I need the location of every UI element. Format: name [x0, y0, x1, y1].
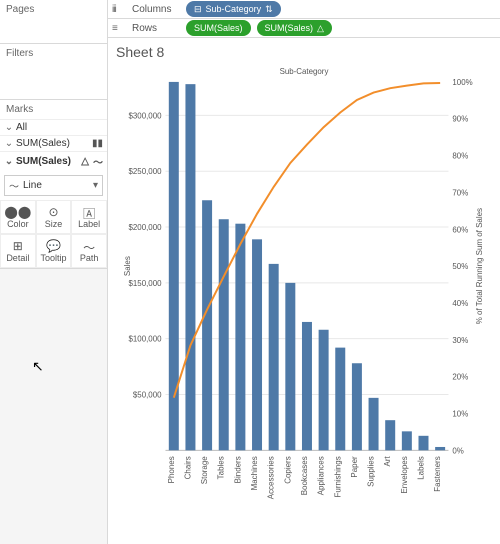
svg-text:$50,000: $50,000 — [133, 391, 162, 400]
caret-down-icon: ⌄ — [4, 156, 14, 167]
svg-text:Chairs: Chairs — [183, 456, 192, 479]
mark-type-dropdown[interactable]: 〜 Line ▾ — [4, 175, 103, 196]
sort-desc-icon: ⇅ — [265, 4, 273, 15]
bar — [385, 420, 395, 450]
caret-down-icon: ⌄ — [4, 122, 14, 133]
bar — [219, 219, 229, 450]
path-icon: 〜 — [83, 239, 95, 253]
filters-panel-header: Filters — [0, 44, 107, 63]
marks-sum2-row[interactable]: ⌄ SUM(Sales) △ 〜 — [0, 151, 107, 171]
caret-down-icon: ▾ — [93, 180, 98, 191]
svg-text:Fasteners: Fasteners — [433, 456, 442, 491]
svg-text:Appliances: Appliances — [317, 456, 326, 495]
svg-text:Furnishings: Furnishings — [333, 456, 342, 497]
svg-text:Phones: Phones — [167, 456, 176, 483]
columns-label: Columns — [132, 4, 180, 15]
svg-text:60%: 60% — [452, 225, 468, 234]
marks-all-label: All — [14, 122, 103, 133]
svg-text:30%: 30% — [452, 336, 468, 345]
svg-text:Sub-Category: Sub-Category — [280, 67, 329, 76]
svg-text:20%: 20% — [452, 373, 468, 382]
marks-sum1-label: SUM(Sales) — [14, 138, 89, 149]
marks-size-button[interactable]: ⊙Size — [36, 200, 72, 234]
svg-text:$100,000: $100,000 — [129, 335, 163, 344]
sort-icon: ⊟ — [194, 4, 202, 15]
bar — [319, 330, 329, 451]
marks-label-button[interactable]: 🄰Label — [71, 200, 107, 234]
marks-all-row[interactable]: ⌄ All — [0, 119, 107, 135]
delta-icon: △ — [75, 156, 89, 167]
pill-sumsales-2[interactable]: SUM(Sales) △ — [257, 20, 332, 36]
svg-text:Supplies: Supplies — [367, 456, 376, 487]
svg-text:40%: 40% — [452, 299, 468, 308]
svg-text:$250,000: $250,000 — [129, 167, 163, 176]
size-icon: ⊙ — [48, 205, 58, 219]
bar — [418, 436, 428, 451]
svg-text:Binders: Binders — [233, 456, 242, 483]
bar-icon: ▮▮ — [89, 138, 103, 149]
marks-panel-header: Marks — [0, 100, 107, 119]
svg-text:% of Total Running Sum of Sale: % of Total Running Sum of Sales — [475, 208, 484, 324]
svg-text:80%: 80% — [452, 152, 468, 161]
bar — [202, 200, 212, 450]
rows-icon: ≡ — [112, 23, 126, 34]
marks-path-button[interactable]: 〜Path — [71, 234, 107, 268]
mark-type-value: Line — [23, 180, 93, 191]
bar — [285, 283, 295, 450]
svg-text:0%: 0% — [452, 446, 463, 455]
svg-text:Storage: Storage — [200, 456, 209, 484]
svg-text:Accessories: Accessories — [267, 456, 276, 499]
svg-text:Sales: Sales — [123, 256, 132, 276]
bar — [435, 447, 445, 450]
columns-icon: iii — [112, 4, 126, 15]
svg-text:$200,000: $200,000 — [129, 223, 163, 232]
tooltip-icon: 💬 — [46, 239, 61, 253]
svg-text:Labels: Labels — [417, 456, 426, 479]
bar — [269, 264, 279, 450]
line-icon: 〜 — [9, 178, 19, 193]
line-icon: 〜 — [89, 154, 103, 169]
bar — [352, 363, 362, 450]
detail-icon: ⊞ — [13, 239, 23, 253]
svg-text:Envelopes: Envelopes — [400, 456, 409, 493]
svg-text:Bookcases: Bookcases — [300, 456, 309, 495]
bar — [335, 348, 345, 451]
bar — [369, 398, 379, 450]
svg-text:Tables: Tables — [217, 456, 226, 479]
label-icon: 🄰 — [83, 205, 95, 219]
marks-color-button[interactable]: ⬤⬤Color — [0, 200, 36, 234]
svg-text:50%: 50% — [452, 262, 468, 271]
bar — [402, 431, 412, 450]
sheet-title[interactable]: Sheet 8 — [116, 44, 492, 60]
marks-sum2-label: SUM(Sales) — [14, 156, 75, 167]
pill-sumsales-1[interactable]: SUM(Sales) — [186, 20, 251, 36]
bar — [252, 239, 262, 450]
svg-text:10%: 10% — [452, 410, 468, 419]
svg-text:Machines: Machines — [250, 456, 259, 490]
columns-shelf[interactable]: iii Columns ⊟ Sub-Category ⇅ — [108, 0, 500, 19]
svg-text:100%: 100% — [452, 78, 472, 87]
marks-detail-button[interactable]: ⊞Detail — [0, 234, 36, 268]
color-icon: ⬤⬤ — [4, 205, 31, 219]
chart: Sub-Category $50,000 $100,000 $150,000 $200,… — [116, 62, 492, 540]
marks-tooltip-button[interactable]: 💬Tooltip — [36, 234, 72, 268]
svg-text:$300,000: $300,000 — [129, 111, 163, 120]
pill-subcategory[interactable]: ⊟ Sub-Category ⇅ — [186, 1, 281, 17]
caret-down-icon: ⌄ — [4, 138, 14, 149]
svg-text:Art: Art — [383, 456, 392, 467]
svg-text:90%: 90% — [452, 115, 468, 124]
bar — [235, 224, 245, 451]
pages-panel-header: Pages — [0, 0, 107, 19]
svg-text:$150,000: $150,000 — [129, 279, 163, 288]
marks-sum1-row[interactable]: ⌄ SUM(Sales) ▮▮ — [0, 135, 107, 151]
rows-shelf[interactable]: ≡ Rows SUM(Sales) SUM(Sales) △ — [108, 19, 500, 38]
rows-label: Rows — [132, 23, 180, 34]
svg-text:Copiers: Copiers — [283, 456, 292, 483]
delta-icon: △ — [317, 23, 324, 34]
bar — [185, 84, 195, 450]
bar — [302, 322, 312, 450]
svg-text:70%: 70% — [452, 188, 468, 197]
svg-text:Paper: Paper — [350, 456, 359, 478]
